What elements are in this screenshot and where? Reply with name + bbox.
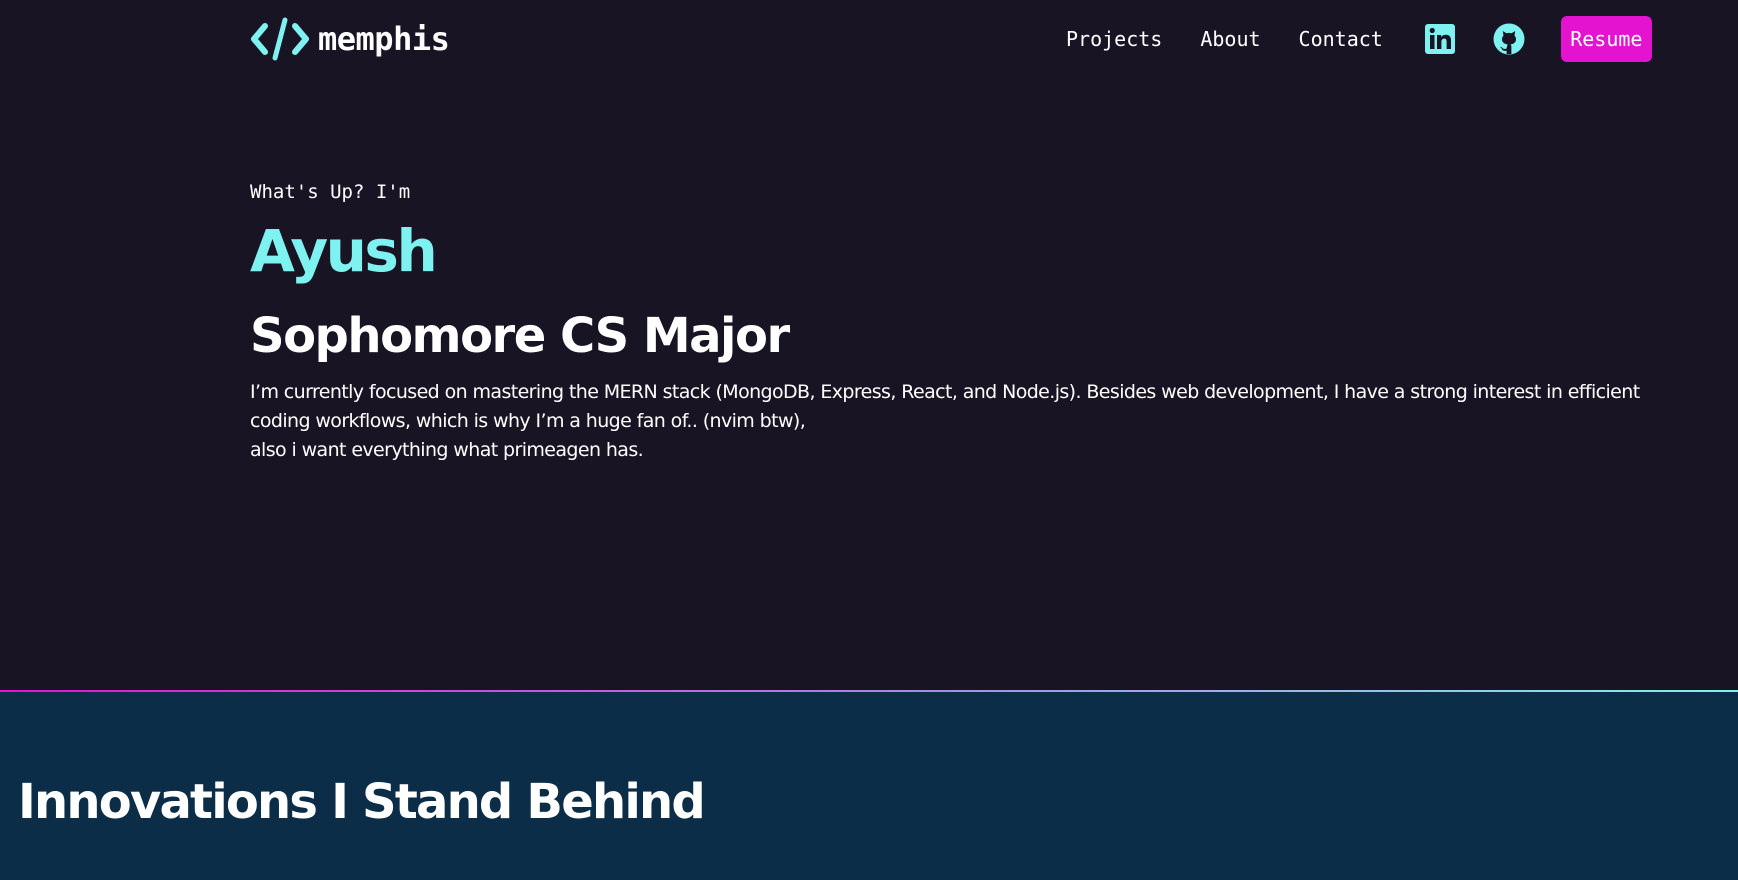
resume-button[interactable]: Resume: [1560, 16, 1652, 62]
innovations-section: Innovations I Stand Behind: [0, 692, 1738, 880]
hero-name: Ayush: [250, 217, 438, 285]
hero-bio-line-2: also i want everything what primeagen ha…: [250, 439, 644, 461]
nav-link-about[interactable]: About: [1200, 27, 1260, 51]
hero-section: What's Up? I'm Ayush Sophomore CS Major …: [250, 178, 1650, 465]
hero-greeting: What's Up? I'm: [250, 181, 411, 203]
nav-links: Projects About Contact Resume: [1066, 16, 1652, 62]
github-icon[interactable]: [1493, 23, 1525, 55]
nav-link-contact[interactable]: Contact: [1299, 27, 1383, 51]
nav-link-projects[interactable]: Projects: [1066, 27, 1162, 51]
logo[interactable]: memphis: [250, 16, 450, 62]
hero-bio-line-1: I’m currently focused on mastering the M…: [250, 381, 1640, 432]
code-brackets-icon: [251, 17, 309, 61]
hero-bio: I’m currently focused on mastering the M…: [250, 378, 1650, 465]
navbar: memphis Projects About Contact Resume: [0, 0, 1738, 80]
logo-text: memphis: [318, 20, 450, 58]
hero-title: Sophomore CS Major: [250, 308, 790, 364]
section-title: Innovations I Stand Behind: [18, 774, 706, 830]
linkedin-icon[interactable]: [1424, 24, 1455, 54]
